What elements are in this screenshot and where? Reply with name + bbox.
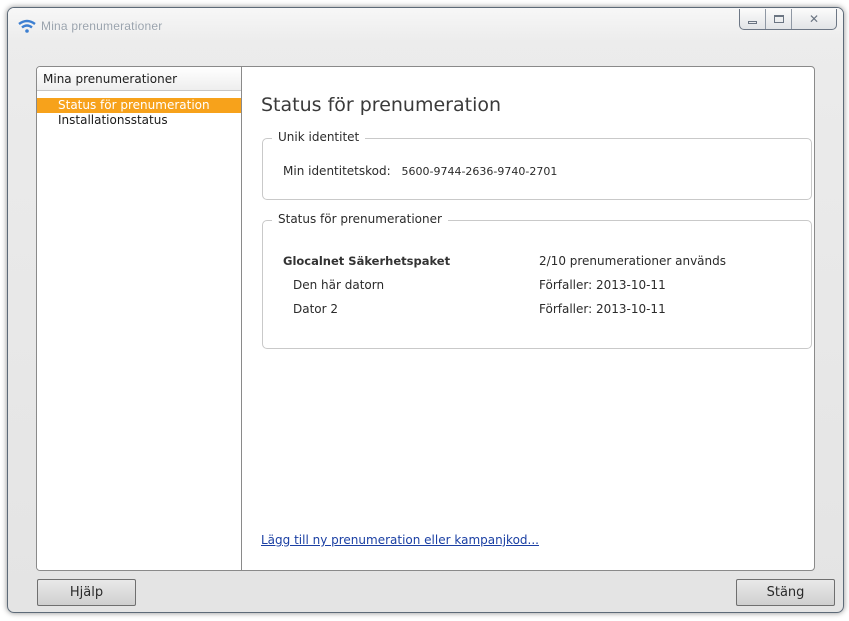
app-logo-icon (18, 19, 36, 33)
product-name: Glocalnet Säkerhetspaket (283, 254, 451, 268)
product-usage: 2/10 prenumerationer används (539, 254, 727, 268)
sidebar: Mina prenumerationer Status för prenumer… (37, 67, 242, 570)
device-expiry: Förfaller: 2013-10-11 (539, 278, 666, 292)
identity-code-label: Min identitetskod: (283, 164, 391, 178)
maximize-icon (773, 15, 784, 23)
content-panel: Mina prenumerationer Status för prenumer… (36, 66, 815, 571)
sidebar-header: Mina prenumerationer (37, 67, 241, 91)
close-icon: ✕ (808, 12, 820, 26)
close-window-button[interactable]: ✕ (792, 9, 836, 29)
sidebar-item-subscription-status[interactable]: Status för prenumeration (37, 98, 241, 113)
window-controls: ✕ (739, 9, 837, 30)
device-expiry: Förfaller: 2013-10-11 (539, 302, 666, 316)
help-button[interactable]: Hjälp (37, 579, 136, 606)
device-name: Den här datorn (293, 278, 385, 292)
device-name: Dator 2 (293, 302, 339, 316)
identity-group-legend: Unik identitet (272, 130, 366, 144)
minimize-icon (748, 20, 757, 24)
subscriptions-group-legend: Status för prenumerationer (272, 212, 448, 226)
minimize-button[interactable] (740, 9, 766, 29)
sidebar-item-installation-status[interactable]: Installationsstatus (37, 113, 241, 128)
identity-code-value: 5600-9744-2636-9740-2701 (401, 165, 558, 178)
identity-group: Unik identitet Min identitetskod: 5600-9… (262, 130, 812, 200)
title-bar[interactable]: Mina prenumerationer ✕ (8, 8, 843, 42)
window-title: Mina prenumerationer (41, 19, 163, 33)
add-subscription-link[interactable]: Lägg till ny prenumeration eller kampanj… (261, 533, 539, 547)
page-title: Status för prenumeration (261, 94, 502, 116)
identity-row: Min identitetskod: 5600-9744-2636-9740-2… (283, 164, 557, 178)
subscription-window: Mina prenumerationer ✕ Mina prenumeratio… (7, 7, 844, 613)
close-button[interactable]: Stäng (736, 579, 835, 606)
maximize-button[interactable] (766, 9, 792, 29)
subscriptions-group: Status för prenumerationer Glocalnet Säk… (262, 212, 812, 349)
main-content: Status för prenumeration Unik identitet … (242, 67, 814, 570)
